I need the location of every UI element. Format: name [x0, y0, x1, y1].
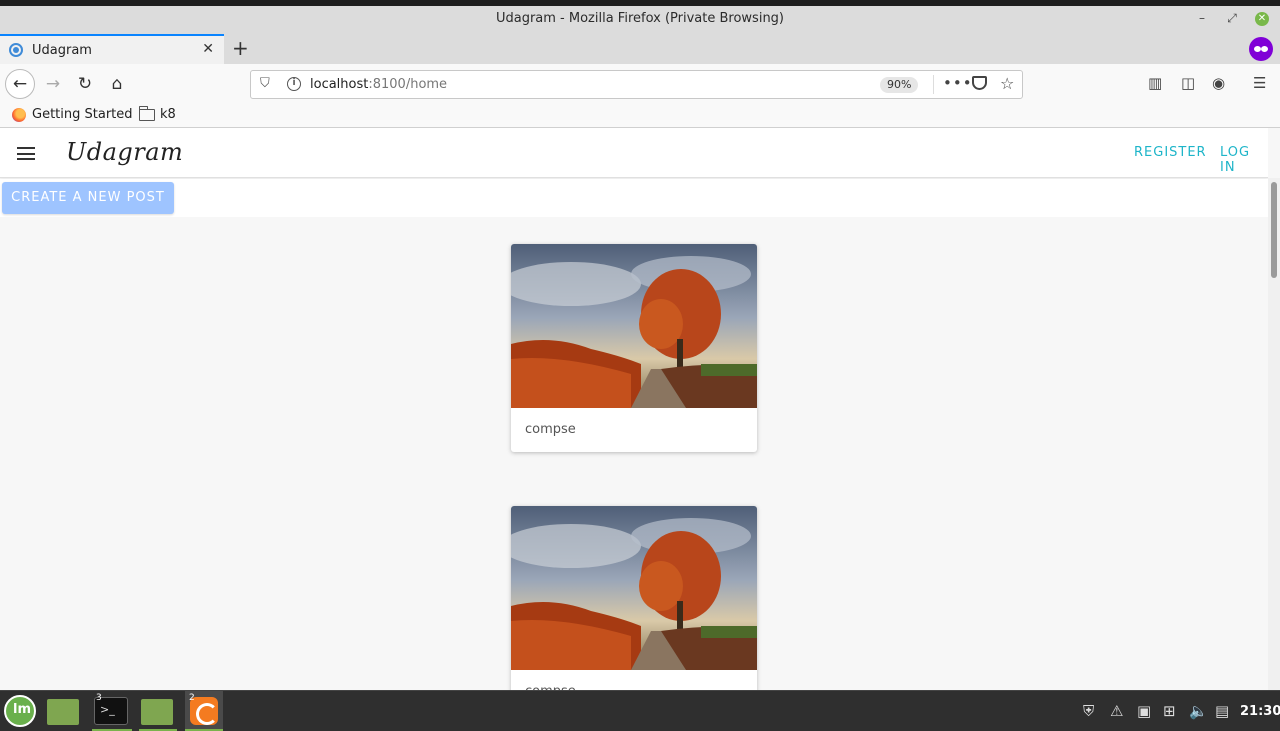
taskbar: 3 2 ⛨ ⚠ ▣ ⊞ 🔈 ▤ 21:30 [0, 690, 1280, 731]
register-button[interactable]: REGISTER [1134, 145, 1207, 160]
feed-card[interactable]: compse [511, 244, 757, 452]
page-viewport: Udagram REGISTER LOG IN CREATE A NEW POS… [0, 128, 1268, 690]
address-bar[interactable]: ⛉ i localhost:8100/home 90% ••• ☆ [250, 70, 1023, 99]
navigation-toolbar: ← → ↻ ⌂ ⛉ i localhost:8100/home 90% ••• … [0, 64, 1280, 104]
urlbar-divider [933, 75, 934, 94]
post-toolbar: CREATE A NEW POST [0, 179, 1268, 217]
volume-icon[interactable]: 🔈 [1189, 702, 1208, 720]
sidebar-icon[interactable]: ◫ [1181, 74, 1195, 92]
hamburger-menu-icon[interactable]: ☰ [1253, 74, 1266, 92]
firefox-window-count: 2 [189, 693, 195, 703]
login-button[interactable]: LOG IN [1220, 145, 1268, 175]
menu-icon[interactable] [17, 147, 35, 160]
window-titlebar: Udagram - Mozilla Firefox (Private Brows… [0, 0, 1280, 34]
shield-tray-icon[interactable]: ⛨ [1083, 702, 1094, 720]
create-post-button[interactable]: CREATE A NEW POST [2, 182, 174, 214]
post-image [511, 244, 757, 408]
tab-label: Udagram [32, 42, 92, 58]
folder-icon [138, 105, 155, 121]
mint-menu-icon[interactable] [4, 695, 36, 727]
scrollbar-thumb[interactable] [1271, 182, 1277, 278]
post-caption: compse [525, 422, 576, 437]
tracking-shield-icon[interactable]: ⛉ [260, 76, 270, 91]
minimize-icon[interactable]: – [1194, 11, 1210, 25]
pocket-icon[interactable] [972, 76, 987, 90]
forward-icon[interactable]: → [40, 71, 66, 97]
bookmark-star-icon[interactable]: ☆ [1000, 74, 1014, 93]
update-manager-icon[interactable]: ▣ [1137, 702, 1151, 720]
account-icon[interactable]: ◉ [1212, 74, 1225, 92]
show-desktop-icon[interactable] [47, 699, 79, 725]
brand-logo[interactable]: Udagram [66, 138, 183, 166]
bookmark-folder-k8[interactable]: k8 [138, 105, 176, 122]
bookmarks-toolbar: Getting Started k8 [0, 104, 1280, 128]
clock[interactable]: 21:30 [1240, 704, 1280, 719]
site-info-icon[interactable]: i [287, 77, 301, 91]
battery-icon[interactable]: ▤ [1215, 702, 1229, 720]
home-icon[interactable]: ⌂ [104, 71, 130, 97]
file-manager-icon[interactable] [141, 699, 173, 725]
terminal-window-count: 3 [96, 693, 102, 703]
app-header: Udagram REGISTER LOG IN [0, 128, 1268, 178]
tab-udagram[interactable]: Udagram ✕ [0, 34, 224, 64]
post-image [511, 506, 757, 670]
window-title: Udagram - Mozilla Firefox (Private Brows… [495, 11, 785, 26]
warning-icon[interactable]: ⚠ [1110, 702, 1123, 720]
page-scrollbar[interactable] [1268, 178, 1280, 690]
zoom-badge[interactable]: 90% [880, 77, 919, 93]
bookmark-getting-started[interactable]: Getting Started [12, 107, 133, 122]
feed-card[interactable]: compse [511, 506, 757, 690]
maximize-icon[interactable]: ⤢ [1224, 11, 1240, 26]
network-icon[interactable]: ⊞ [1163, 702, 1176, 720]
new-tab-icon[interactable]: + [232, 36, 249, 60]
back-icon[interactable]: ← [5, 69, 35, 99]
tab-close-icon[interactable]: ✕ [202, 41, 214, 57]
private-browsing-icon [1249, 37, 1273, 61]
close-icon[interactable]: ✕ [1255, 12, 1269, 26]
page-actions-icon[interactable]: ••• [943, 74, 973, 92]
tab-strip: Udagram ✕ + [0, 34, 1280, 64]
site-favicon-icon [9, 43, 23, 57]
reload-icon[interactable]: ↻ [72, 71, 98, 97]
firefox-icon [12, 107, 26, 122]
library-icon[interactable]: ▥ [1148, 74, 1162, 92]
url-text[interactable]: localhost:8100/home [310, 77, 447, 92]
